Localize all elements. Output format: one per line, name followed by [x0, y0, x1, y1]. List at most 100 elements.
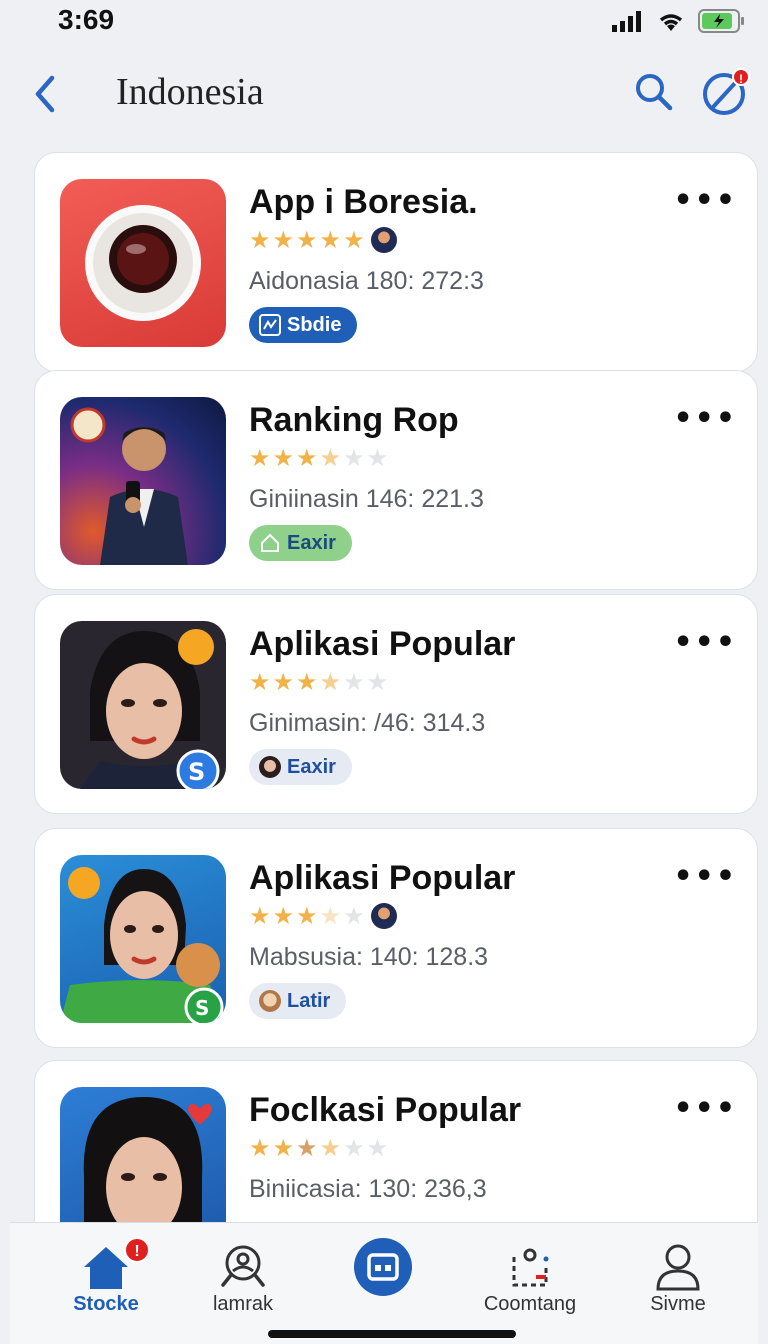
reviewer-avatar	[370, 903, 397, 929]
app-icon-portrait: S	[60, 621, 226, 789]
tab-label: Coomtang	[483, 1293, 577, 1315]
app-name: Ranking Rop	[249, 401, 459, 439]
star-icon: ★	[249, 668, 271, 696]
rating-stars: ★ ★ ★ ★ ★	[249, 227, 397, 253]
badge-label: Sbdie	[287, 313, 342, 336]
signal-icon	[612, 11, 641, 32]
search-icon	[636, 74, 673, 111]
avatar-icon	[259, 756, 281, 778]
rating-stars: ★ ★ ★ ★ ★ ★	[249, 669, 388, 695]
house-icon	[259, 532, 281, 554]
compose-button[interactable]: !	[700, 68, 750, 118]
app-icon-ranking	[60, 397, 226, 565]
app-meta: Ginimasin: /46: 314.3	[249, 709, 486, 737]
app-card[interactable]: Foclkasi Popular ★ ★ ★ ★ ★ ★ Biniicasia:…	[34, 1060, 758, 1222]
star-icon: ★	[296, 668, 318, 696]
tab-stocke[interactable]: ! Stocke	[46, 1223, 166, 1333]
tab-lamrak[interactable]: lamrak	[183, 1223, 303, 1333]
page-title: Indonesia	[116, 71, 264, 113]
badge-label: Eaxir	[287, 755, 336, 778]
activity-icon	[512, 1248, 549, 1287]
star-icon: ★	[249, 1134, 271, 1162]
star-empty-icon: ★	[343, 668, 365, 696]
app-meta: Aidonasia 180: 272:3	[249, 267, 484, 295]
badge-label: Latir	[287, 989, 331, 1012]
app-name: Foclkasi Popular	[249, 1091, 522, 1129]
star-empty-icon: ★	[366, 1134, 389, 1162]
rating-stars: ★ ★ ★ ★ ★	[249, 903, 397, 929]
more-options-icon[interactable]: •••	[673, 625, 737, 660]
app-card[interactable]: S Aplikasi Popular ★ ★ ★ ★ ★ Mabsusia: 1…	[34, 828, 758, 1048]
star-half-icon: ★	[319, 444, 342, 472]
status-time: 3:69	[58, 4, 115, 35]
star-empty-icon: ★	[343, 902, 365, 930]
rating-stars: ★ ★ ★ ★ ★ ★	[249, 445, 388, 471]
star-empty-icon: ★	[319, 902, 342, 930]
star-half-icon: ★	[319, 1134, 342, 1162]
app-badge[interactable]: Eaxir	[249, 525, 352, 561]
app-icon-portrait-dark	[60, 1087, 226, 1222]
tab-label: Stocke	[73, 1293, 139, 1315]
star-icon: ★	[249, 444, 271, 472]
user-icon	[656, 1244, 700, 1291]
star-empty-icon: ★	[343, 444, 365, 472]
badge-label: Eaxir	[287, 531, 336, 554]
star-icon: ★	[343, 226, 365, 254]
star-icon: ★	[272, 1134, 295, 1162]
search-button[interactable]	[632, 70, 676, 114]
app-card[interactable]: App i Boresia. ★ ★ ★ ★ ★ Aidonasia 180: …	[34, 152, 758, 372]
tab-alert-badge: !	[124, 1237, 150, 1263]
app-icon-portrait-green: S	[60, 855, 226, 1023]
star-icon: ★	[272, 444, 295, 472]
chart-icon	[259, 314, 281, 336]
tab-bar: ! Stocke lamrak Coomtang Sivme	[10, 1222, 758, 1344]
star-empty-icon: ★	[366, 444, 389, 472]
app-badge[interactable]: Sbdie	[249, 307, 358, 343]
star-icon: ★	[249, 902, 271, 930]
app-meta: Biniicasia: 130: 236,3	[249, 1175, 487, 1203]
app-name: Aplikasi Popular	[249, 859, 516, 897]
battery-icon	[698, 9, 744, 33]
more-options-icon[interactable]: •••	[673, 859, 737, 894]
puppy-icon	[259, 990, 281, 1012]
tab-sivme[interactable]: Sivme	[618, 1223, 738, 1333]
app-meta: Giniinasin 146: 221.3	[249, 485, 484, 513]
back-button[interactable]	[28, 70, 64, 118]
app-card[interactable]: Ranking Rop ★ ★ ★ ★ ★ ★ Giniinasin 146: …	[34, 370, 758, 590]
app-name: Aplikasi Popular	[249, 625, 516, 663]
status-icons	[612, 8, 746, 34]
star-half-icon: ★	[319, 668, 342, 696]
app-icon-coffee	[60, 179, 226, 347]
star-icon: ★	[319, 226, 342, 254]
more-options-icon[interactable]: •••	[673, 183, 737, 218]
app-list: App i Boresia. ★ ★ ★ ★ ★ Aidonasia 180: …	[34, 152, 758, 1222]
center-action-icon	[354, 1238, 412, 1296]
tab-label: lamrak	[212, 1293, 273, 1315]
chevron-left-icon	[35, 75, 55, 113]
star-icon: ★	[296, 226, 318, 254]
more-options-icon[interactable]: •••	[673, 1091, 737, 1126]
svg-text:S: S	[195, 996, 209, 1020]
app-badge[interactable]: Eaxir	[249, 749, 352, 785]
app-card[interactable]: S Aplikasi Popular ★ ★ ★ ★ ★ ★ Ginimasin…	[34, 594, 758, 814]
star-icon: ★	[296, 1134, 318, 1162]
star-icon: ★	[296, 902, 318, 930]
svg-text:S: S	[188, 758, 205, 786]
status-bar: 3:69	[0, 0, 768, 44]
wifi-icon	[659, 14, 683, 31]
star-icon: ★	[272, 902, 295, 930]
star-icon: ★	[272, 668, 295, 696]
notification-badge: !	[732, 68, 750, 86]
app-meta: Mabsusia: 140: 128.3	[249, 943, 489, 971]
star-empty-icon: ★	[343, 1134, 365, 1162]
rating-stars: ★ ★ ★ ★ ★ ★	[249, 1135, 388, 1161]
tab-coomtang[interactable]: Coomtang	[470, 1223, 590, 1333]
tab-center-action[interactable]	[323, 1223, 443, 1333]
profile-search-icon	[221, 1245, 265, 1287]
more-options-icon[interactable]: •••	[673, 401, 737, 436]
reviewer-avatar	[370, 227, 397, 253]
star-empty-icon: ★	[366, 668, 389, 696]
tab-label: Sivme	[650, 1293, 706, 1315]
app-badge[interactable]: Latir	[249, 983, 347, 1019]
home-indicator[interactable]	[268, 1330, 516, 1338]
